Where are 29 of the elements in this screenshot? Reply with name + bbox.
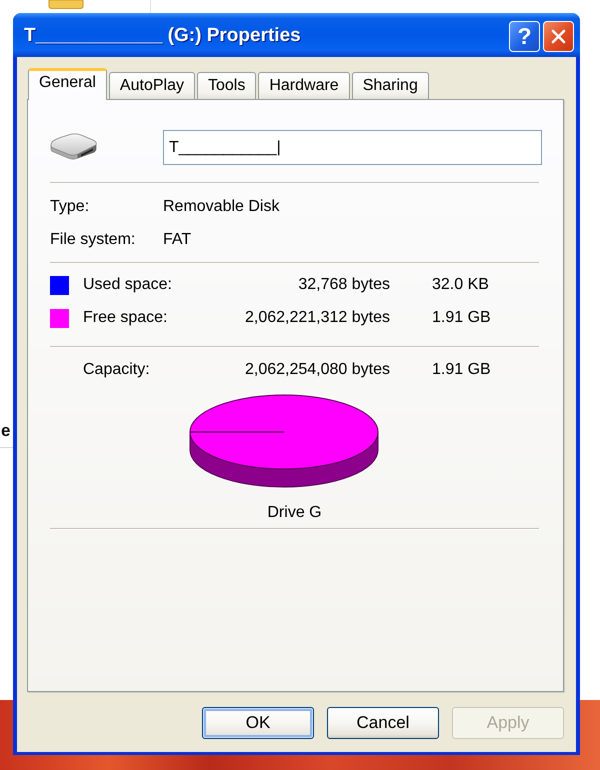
capacity-bytes: 2,062,254,080 bytes: [244, 360, 390, 380]
close-button[interactable]: [543, 20, 574, 52]
drive-name-field[interactable]: T___________|: [163, 130, 542, 165]
tab[interactable]: AutoPlay: [108, 72, 195, 99]
drive-label: Drive G: [267, 503, 322, 523]
folder-icon: [48, 0, 84, 9]
drive-icon: [48, 132, 98, 162]
tab[interactable]: Sharing: [352, 72, 429, 99]
property-value: Removable Disk: [163, 197, 280, 217]
help-button[interactable]: ?: [509, 20, 540, 52]
property-label: Type:: [50, 197, 90, 217]
window-title: T____________ (G:) Properties: [24, 25, 301, 47]
property-label: File system:: [50, 230, 136, 250]
space-label: Free space:: [83, 308, 168, 328]
close-icon: [551, 28, 566, 44]
property-value: FAT: [163, 230, 192, 250]
space-bytes: 2,062,221,312 bytes: [244, 308, 390, 328]
tab[interactable]: General: [28, 68, 107, 100]
space-size: 32.0 KB: [432, 275, 489, 295]
tab[interactable]: Hardware: [258, 72, 350, 99]
capacity-size: 1.91 GB: [432, 360, 491, 380]
space-size: 1.91 GB: [432, 308, 491, 328]
tab[interactable]: Tools: [196, 72, 256, 99]
background-heading-text: e: [1, 421, 10, 441]
space-bytes: 32,768 bytes: [298, 275, 390, 295]
capacity-label: Capacity:: [83, 360, 150, 380]
dialog-button[interactable]: Cancel: [327, 707, 439, 739]
dialog-button[interactable]: OK: [202, 707, 314, 739]
space-label: Used space:: [83, 275, 172, 295]
